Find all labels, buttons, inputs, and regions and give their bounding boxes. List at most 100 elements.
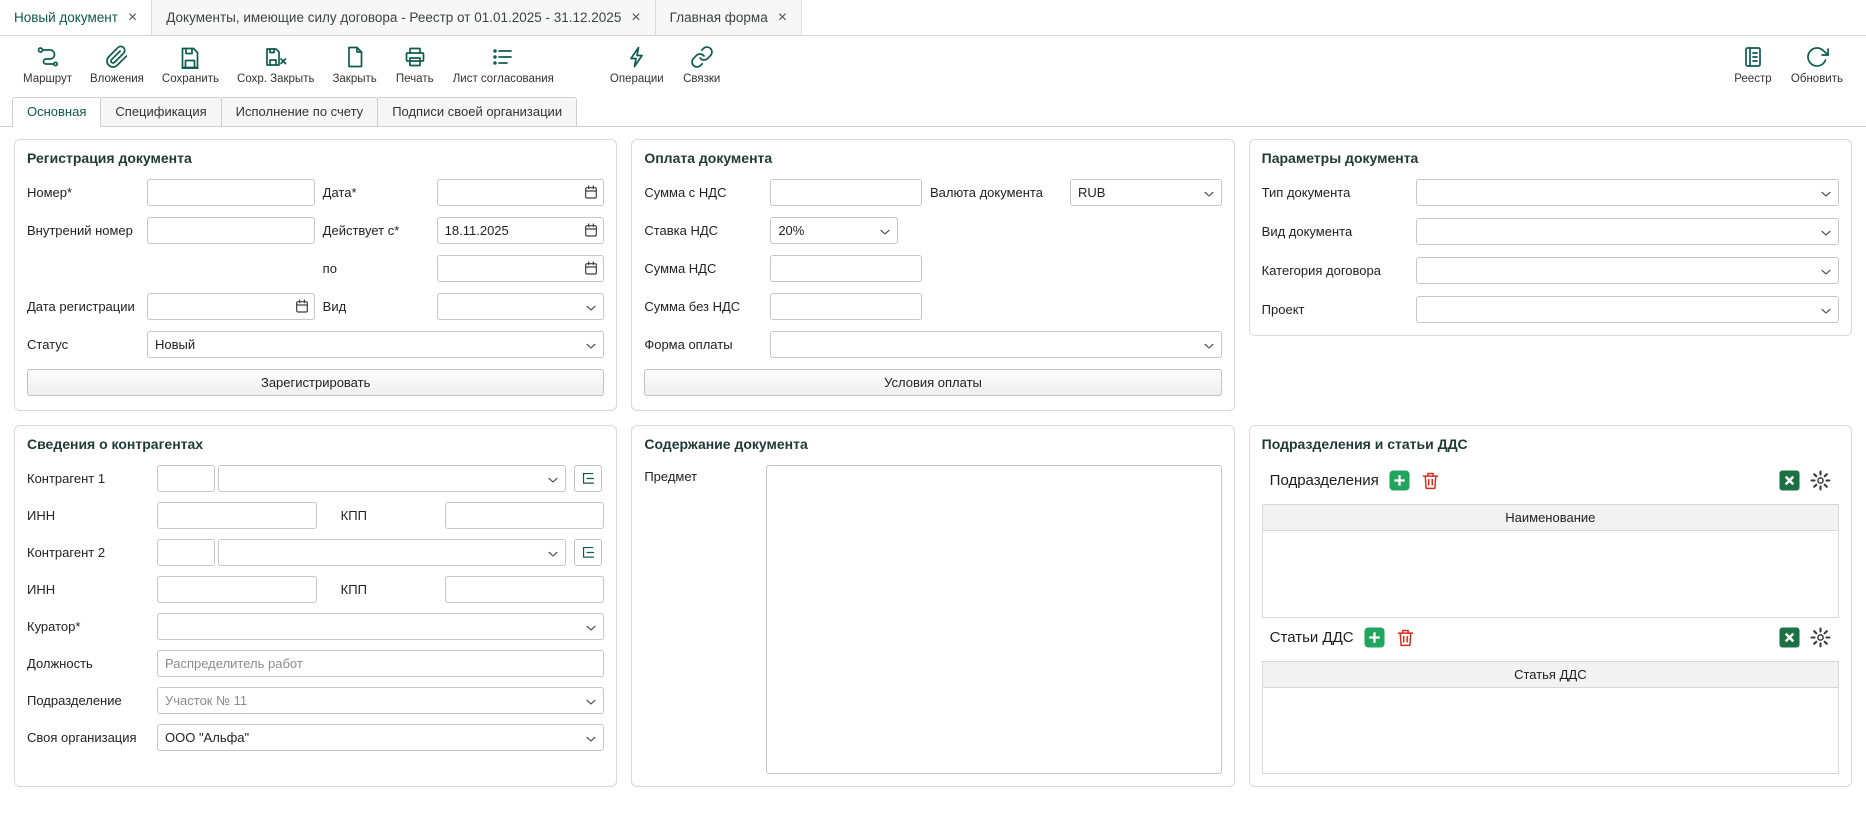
close-icon[interactable]: × — [631, 10, 640, 26]
counterparty2-code-input[interactable] — [157, 539, 215, 566]
department-select-value: Участок № 11 — [165, 693, 247, 708]
close-icon[interactable]: × — [128, 10, 137, 26]
departments-section-title: Подразделения — [1270, 472, 1379, 489]
form-tab-bar: Основная Спецификация Исполнение по счет… — [0, 96, 1866, 127]
print-button[interactable]: Печать — [386, 41, 444, 89]
subject-textarea[interactable] — [766, 465, 1221, 774]
toolbar-right-group: Реестр Обновить — [1724, 41, 1852, 89]
own-organization-select-value: ООО "Альфа" — [165, 730, 249, 745]
trash-icon — [1395, 627, 1416, 648]
dds-articles-export-excel-button[interactable] — [1779, 627, 1800, 648]
window-tab-registry[interactable]: Документы, имеющие силу договора - Реест… — [152, 0, 655, 35]
doc-kind-select[interactable] — [1416, 218, 1839, 245]
departments-export-excel-button[interactable] — [1779, 470, 1800, 491]
chevron-down-icon — [545, 472, 561, 488]
form-tab-specification[interactable]: Спецификация — [100, 97, 221, 126]
operations-button[interactable]: Операции — [601, 41, 673, 89]
date-input[interactable] — [437, 179, 605, 206]
kpp1-input[interactable] — [445, 502, 605, 529]
departments-table-body[interactable] — [1263, 531, 1838, 617]
valid-to-field[interactable] — [437, 255, 605, 282]
kpp1-label: КПП — [325, 508, 437, 523]
inn2-input[interactable] — [157, 576, 317, 603]
registration-date-field[interactable] — [147, 293, 315, 320]
window-tab-main-form[interactable]: Главная форма × — [656, 0, 802, 35]
inn1-input[interactable] — [157, 502, 317, 529]
export-excel-icon — [1779, 470, 1800, 491]
sum-without-vat-input[interactable] — [770, 293, 922, 320]
vat-rate-select[interactable]: 20% — [770, 217, 898, 244]
chevron-down-icon — [545, 546, 561, 562]
dds-articles-settings-button[interactable] — [1810, 627, 1831, 648]
counterparty1-tree-button[interactable] — [574, 465, 602, 492]
status-select[interactable]: Новый — [147, 331, 604, 358]
currency-select[interactable]: RUB — [1070, 179, 1222, 206]
valid-from-field[interactable] — [437, 217, 605, 244]
save-button[interactable]: Сохранить — [153, 41, 228, 89]
registry-button[interactable]: Реестр — [1724, 41, 1782, 89]
dds-articles-delete-button[interactable] — [1395, 627, 1416, 648]
departments-delete-button[interactable] — [1420, 470, 1441, 491]
links-button[interactable]: Связки — [673, 41, 731, 89]
project-select[interactable] — [1416, 296, 1839, 323]
kpp2-input[interactable] — [445, 576, 605, 603]
valid-to-input[interactable] — [437, 255, 605, 282]
form-tab-invoice-execution[interactable]: Исполнение по счету — [221, 97, 379, 126]
counterparty2-select[interactable] — [218, 539, 566, 566]
panel-counterparties-title: Сведения о контрагентах — [27, 436, 604, 452]
kpp2-label: КПП — [325, 582, 437, 597]
department-select[interactable]: Участок № 11 — [157, 687, 604, 714]
payment-form-select[interactable] — [770, 331, 1221, 358]
form-tab-main[interactable]: Основная — [12, 97, 101, 127]
close-icon[interactable]: × — [778, 10, 787, 26]
own-organization-select[interactable]: ООО "Альфа" — [157, 724, 604, 751]
attachments-button-label: Вложения — [90, 73, 144, 85]
close-document-button[interactable]: Закрыть — [323, 41, 385, 89]
position-input[interactable] — [157, 650, 604, 677]
counterparty1-label: Контрагент 1 — [27, 471, 149, 486]
department-label: Подразделение — [27, 693, 149, 708]
dds-articles-table-body[interactable] — [1263, 688, 1838, 774]
calendar-icon[interactable] — [583, 260, 599, 276]
refresh-button[interactable]: Обновить — [1782, 41, 1852, 89]
attachments-button[interactable]: Вложения — [81, 41, 153, 89]
inn2-kpp2-row: КПП — [157, 576, 604, 603]
window-tab-new-document[interactable]: Новый документ × — [0, 0, 152, 35]
kind-select[interactable] — [437, 293, 605, 320]
departments-column-header[interactable]: Наименование — [1263, 505, 1838, 531]
calendar-icon[interactable] — [294, 298, 310, 314]
internal-number-input[interactable] — [147, 217, 315, 244]
form-tab-own-org-signatures[interactable]: Подписи своей организации — [377, 97, 577, 126]
sum-with-vat-input[interactable] — [770, 179, 922, 206]
inn1-kpp1-row: КПП — [157, 502, 604, 529]
save-close-button[interactable]: Сохр. Закрыть — [228, 41, 323, 89]
chevron-down-icon — [1818, 186, 1834, 202]
counterparty1-code-input[interactable] — [157, 465, 215, 492]
dds-articles-add-button[interactable] — [1364, 627, 1385, 648]
valid-from-input[interactable] — [437, 217, 605, 244]
counterparty2-tree-button[interactable] — [574, 539, 602, 566]
curator-select[interactable] — [157, 613, 604, 640]
vat-sum-input[interactable] — [770, 255, 922, 282]
contract-category-select[interactable] — [1416, 257, 1839, 284]
departments-settings-button[interactable] — [1810, 470, 1831, 491]
departments-add-button[interactable] — [1389, 470, 1410, 491]
approval-sheet-button[interactable]: Лист согласования — [444, 41, 563, 89]
dds-articles-column-header[interactable]: Статья ДДС — [1263, 662, 1838, 688]
doc-type-select[interactable] — [1416, 179, 1839, 206]
calendar-icon[interactable] — [583, 184, 599, 200]
calendar-icon[interactable] — [583, 222, 599, 238]
number-input[interactable] — [147, 179, 315, 206]
register-button[interactable]: Зарегистрировать — [27, 369, 604, 396]
counterparty1-select[interactable] — [218, 465, 566, 492]
chevron-down-icon — [1818, 264, 1834, 280]
approval-sheet-icon — [491, 45, 515, 69]
panel-document-content: Содержание документа Предмет — [631, 425, 1234, 787]
print-icon — [403, 45, 427, 69]
inn2-label: ИНН — [27, 582, 149, 597]
route-button[interactable]: Маршрут — [14, 41, 81, 89]
date-field[interactable] — [437, 179, 605, 206]
payment-terms-button[interactable]: Условия оплаты — [644, 369, 1221, 396]
registration-date-input[interactable] — [147, 293, 315, 320]
print-button-label: Печать — [396, 73, 434, 85]
